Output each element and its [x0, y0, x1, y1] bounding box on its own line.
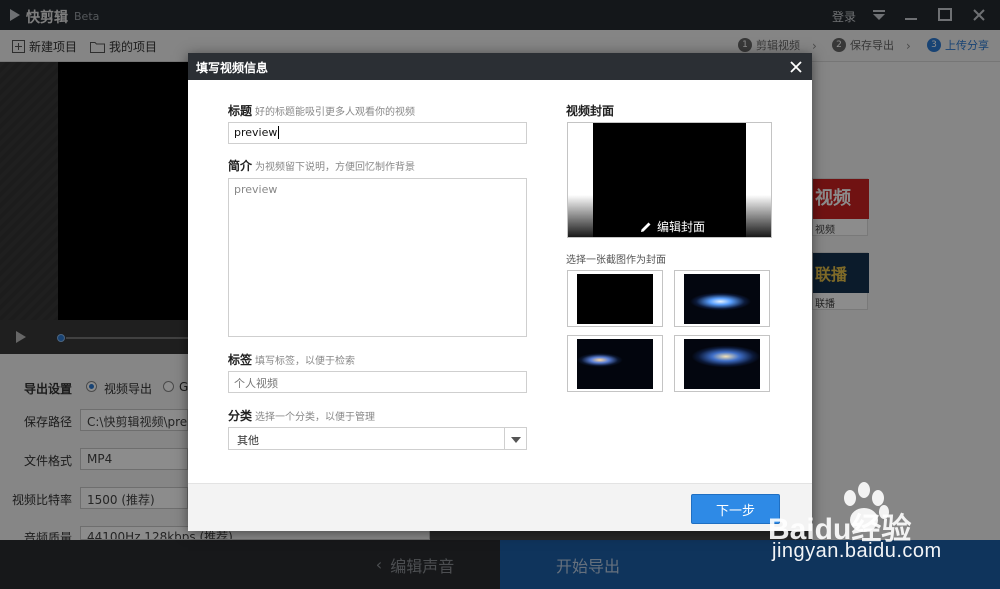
text-cursor	[278, 126, 280, 139]
title-input-value: preview	[234, 126, 278, 139]
desc-label-text: 简介	[228, 159, 253, 173]
tags-hint: 填写标签，以便于检索	[255, 356, 356, 367]
video-info-dialog: 填写视频信息 标题 好的标题能吸引更多人观看你的视频 preview 简介 为视频留…	[188, 53, 812, 531]
screenshot-image	[577, 274, 653, 324]
screenshot-option[interactable]	[567, 335, 663, 392]
watermark-url: jingyan.baidu.com	[772, 540, 942, 562]
title-field-label: 标题 好的标题能吸引更多人观看你的视频	[228, 102, 415, 119]
cover-preview[interactable]: 编辑封面	[567, 122, 772, 238]
screenshot-image	[577, 339, 653, 389]
pencil-icon	[641, 222, 651, 232]
edit-cover-label: 编辑封面	[657, 220, 706, 234]
title-label-text: 标题	[228, 104, 253, 118]
category-field-label: 分类 选择一个分类，以便于管理	[228, 407, 375, 424]
tags-input[interactable]: 个人视频	[228, 371, 527, 393]
close-icon[interactable]	[788, 59, 804, 75]
title-hint: 好的标题能吸引更多人观看你的视频	[255, 107, 416, 118]
baidu-watermark: Baidu经验 jingyan.baidu.com	[768, 480, 1000, 580]
chevron-down-icon[interactable]	[504, 428, 526, 450]
category-hint: 选择一个分类，以便于管理	[255, 412, 376, 423]
desc-hint: 为视频留下说明，方便回忆制作背景	[255, 162, 416, 173]
description-textarea[interactable]: preview	[228, 178, 527, 337]
tags-label-text: 标签	[228, 353, 253, 367]
screenshot-image	[684, 274, 760, 324]
next-step-button[interactable]: 下一步	[691, 494, 780, 524]
screenshot-option[interactable]	[674, 335, 770, 392]
tags-field-label: 标签 填写标签，以便于检索	[228, 351, 355, 368]
screenshot-image	[684, 339, 760, 389]
title-input[interactable]: preview	[228, 122, 527, 144]
cover-label: 视频封面	[566, 104, 615, 118]
category-select-value: 其他	[237, 434, 259, 447]
desc-field-label: 简介 为视频留下说明，方便回忆制作背景	[228, 157, 415, 174]
screenshot-option[interactable]	[567, 270, 663, 327]
category-select[interactable]: 其他	[228, 427, 527, 450]
choose-screenshot-label: 选择一张截图作为封面	[566, 255, 666, 266]
screenshot-option[interactable]	[674, 270, 770, 327]
edit-cover-button[interactable]: 编辑封面	[640, 218, 705, 235]
dialog-title: 填写视频信息	[196, 61, 269, 75]
category-label-text: 分类	[228, 409, 253, 423]
dialog-header: 填写视频信息	[188, 53, 812, 80]
